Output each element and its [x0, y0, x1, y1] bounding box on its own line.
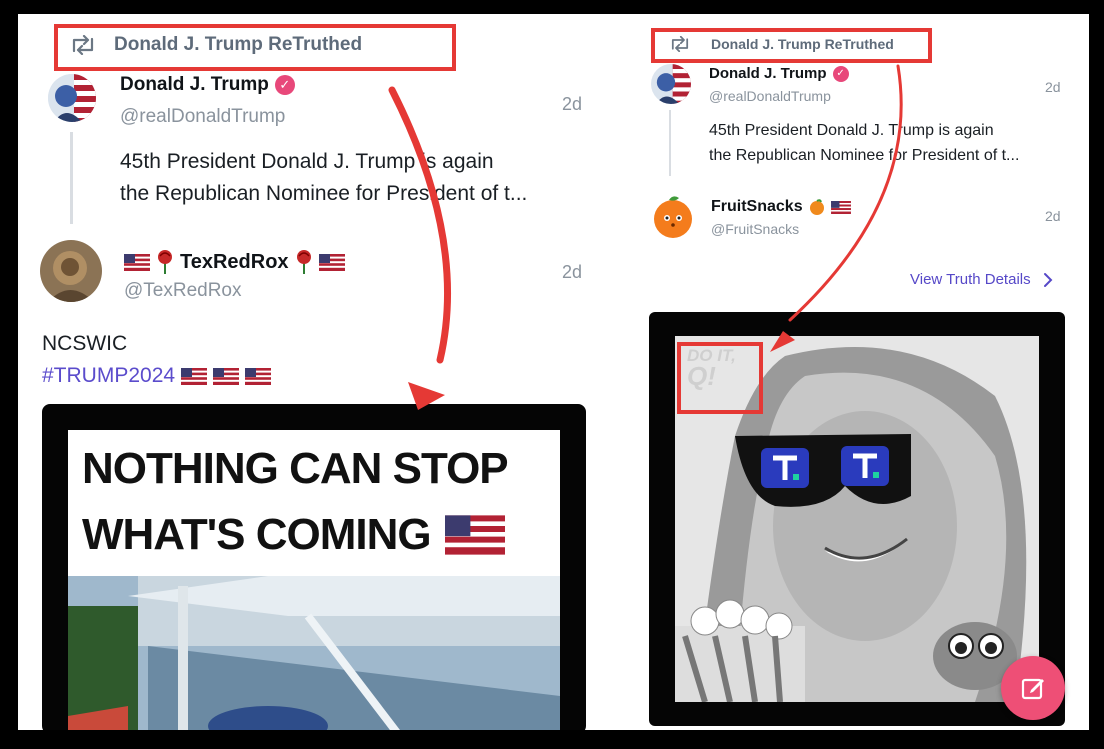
post-text[interactable]: 45th President Donald J. Trump is again … [120, 146, 527, 210]
post-text[interactable]: 45th President Donald J. Trump is again … [709, 118, 1019, 168]
post-text-line: the Republican Nominee for President of … [709, 147, 1020, 164]
video-frame [68, 576, 560, 730]
highlight-box [677, 342, 763, 414]
us-flag-icon [245, 367, 272, 385]
view-details-label: View Truth Details [910, 271, 1031, 288]
chevron-right-icon [1043, 272, 1053, 287]
verified-icon: ✓ [274, 75, 295, 95]
avatar-image [651, 64, 691, 104]
post-author[interactable]: TexRedRox [124, 250, 345, 274]
compose-button[interactable] [1001, 656, 1065, 720]
post-time: 2d [562, 262, 583, 282]
post-text-line: 45th President Donald J. Trump is again [709, 122, 994, 139]
us-flag-icon [181, 367, 208, 385]
post-handle[interactable]: @realDonaldTrump [709, 88, 831, 104]
author-name: Donald J. Trump [120, 74, 269, 95]
orange-icon [809, 199, 824, 215]
hashtag-link[interactable]: #TRUMP2024 [42, 364, 175, 388]
post-text-line: 45th President Donald J. Trump is again [120, 150, 494, 173]
author-name: Donald J. Trump [709, 65, 827, 82]
left-screenshot-panel: Donald J. Trump ReTruthed Donald J. Trum… [18, 14, 621, 730]
author-name: TexRedRox [180, 250, 289, 273]
highlight-box [54, 24, 456, 71]
verified-icon: ✓ [832, 65, 849, 82]
post-author[interactable]: Donald J. Trump ✓ [709, 65, 849, 82]
video-caption: WHAT'S COMING [82, 510, 432, 559]
post-handle[interactable]: @FruitSnacks [711, 221, 799, 237]
thread-line [70, 132, 73, 224]
avatar[interactable] [651, 64, 691, 104]
post-time: 2d [1045, 208, 1061, 224]
avatar-image [649, 192, 697, 240]
post-image[interactable]: DO IT, Q! [649, 312, 1065, 726]
hashtag-row: #TRUMP2024 [42, 364, 272, 388]
us-flag-icon [830, 200, 851, 214]
avatar-image [48, 74, 96, 122]
us-flag-icon [124, 253, 150, 271]
author-name: FruitSnacks [711, 198, 803, 215]
highlight-box [651, 28, 932, 63]
thread-line [669, 110, 671, 176]
compose-icon [1021, 678, 1044, 700]
right-screenshot-panel: Donald J. Trump ReTruthed Donald J. Trum… [621, 14, 1089, 730]
avatar[interactable] [48, 74, 96, 122]
post-text-line: the Republican Nominee for President of … [120, 182, 528, 205]
video-caption: NOTHING CAN STOP [82, 444, 509, 493]
post-handle[interactable]: @TexRedRox [124, 280, 242, 302]
view-truth-details-link[interactable]: View Truth Details [910, 271, 1053, 288]
us-flag-icon [318, 253, 345, 271]
avatar[interactable] [649, 192, 697, 240]
post-time: 2d [562, 94, 583, 114]
post-body: NCSWIC [42, 332, 128, 355]
post-handle[interactable]: @realDonaldTrump [120, 106, 285, 128]
video-caption-row: WHAT'S COMING [82, 510, 505, 560]
avatar[interactable] [40, 240, 102, 302]
video-caption-card: NOTHING CAN STOP WHAT'S COMING [68, 430, 560, 576]
video-player[interactable]: NOTHING CAN STOP WHAT'S COMING [42, 404, 586, 730]
rose-icon [296, 250, 311, 274]
post-author[interactable]: Donald J. Trump ✓ [120, 74, 295, 96]
us-flag-icon [444, 515, 505, 555]
avatar-image [40, 240, 102, 302]
us-flag-icon [213, 367, 240, 385]
post-time: 2d [1045, 79, 1061, 95]
post-author[interactable]: FruitSnacks [711, 198, 851, 216]
rose-icon [158, 250, 172, 274]
